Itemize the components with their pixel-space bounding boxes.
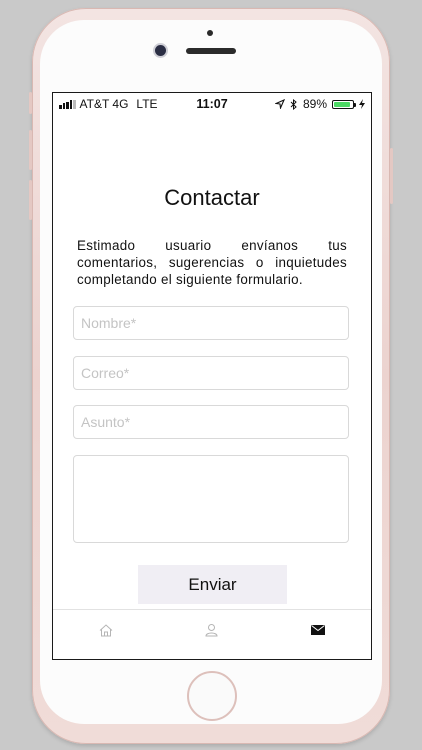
subject-field[interactable] [73,405,349,439]
volume-up-button [29,130,32,170]
tab-contact[interactable] [288,610,348,650]
battery-fill [334,101,351,107]
tab-bar [53,609,371,659]
email-field[interactable] [73,356,349,390]
charging-bolt-icon [359,99,365,109]
volume-down-button [29,180,32,220]
page-title: Contactar [164,185,260,210]
power-button [390,148,393,204]
user-icon [204,624,218,637]
earpiece-speaker [186,48,236,54]
mail-icon [311,625,325,635]
location-arrow-icon [274,99,285,109]
battery-percent: 89% [302,97,327,111]
tab-profile[interactable] [181,610,241,650]
message-field[interactable] [73,455,349,543]
status-bar: AT&T 4G LTE 11:07 89% [53,93,371,115]
page-description: Estimado usuario envíanos tus comentario… [77,238,347,287]
proximity-sensor [207,30,213,36]
mute-switch [29,92,32,114]
send-button[interactable]: Enviar [138,565,287,604]
battery-icon [332,99,356,109]
name-field[interactable] [73,306,349,340]
bluetooth-icon [290,98,297,110]
home-icon [99,623,113,636]
front-camera [155,45,166,56]
tab-home[interactable] [76,610,136,650]
app-screen: AT&T 4G LTE 11:07 89% Contactar Estimado… [52,92,372,660]
home-button[interactable] [187,671,237,721]
